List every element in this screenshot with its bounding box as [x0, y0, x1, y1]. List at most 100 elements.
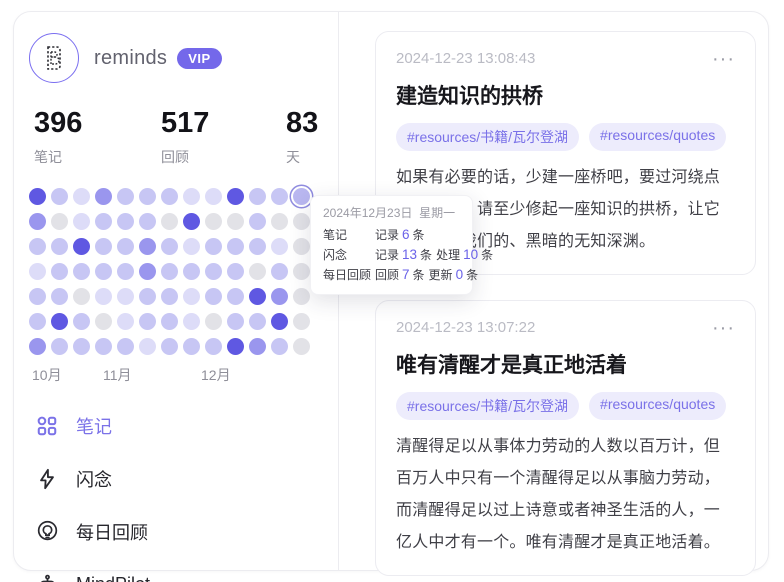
heatmap-day[interactable]: [117, 313, 134, 330]
heatmap-day[interactable]: [51, 188, 68, 205]
heatmap-day[interactable]: [205, 338, 222, 355]
heatmap-day[interactable]: [29, 288, 46, 305]
heatmap-day[interactable]: [161, 213, 178, 230]
heatmap-day[interactable]: [293, 213, 310, 230]
heatmap-day[interactable]: [51, 238, 68, 255]
heatmap-day[interactable]: [95, 188, 112, 205]
heatmap-day[interactable]: [139, 263, 156, 280]
tag[interactable]: #resources/quotes: [589, 123, 726, 151]
nav-item-daily-review[interactable]: 每日回顾: [35, 505, 338, 558]
heatmap-day[interactable]: [205, 213, 222, 230]
heatmap-day[interactable]: [73, 263, 90, 280]
heatmap-day[interactable]: [227, 263, 244, 280]
heatmap-day[interactable]: [205, 188, 222, 205]
heatmap-day[interactable]: [117, 338, 134, 355]
heatmap-day[interactable]: [29, 213, 46, 230]
heatmap-day[interactable]: [205, 263, 222, 280]
nav-item-mindpilot[interactable]: MindPilot: [35, 558, 338, 582]
heatmap-day[interactable]: [271, 213, 288, 230]
heatmap-day[interactable]: [293, 263, 310, 280]
heatmap-day[interactable]: [249, 213, 266, 230]
heatmap-day[interactable]: [51, 313, 68, 330]
heatmap-day[interactable]: [139, 213, 156, 230]
heatmap-day[interactable]: [205, 313, 222, 330]
heatmap-day[interactable]: [271, 313, 288, 330]
heatmap-day[interactable]: [227, 238, 244, 255]
heatmap-day[interactable]: [95, 338, 112, 355]
heatmap-day[interactable]: [293, 288, 310, 305]
heatmap-day[interactable]: [73, 288, 90, 305]
heatmap-day[interactable]: [183, 188, 200, 205]
heatmap-day[interactable]: [117, 238, 134, 255]
heatmap-day[interactable]: [117, 263, 134, 280]
tag[interactable]: #resources/书籍/瓦尔登湖: [396, 123, 579, 151]
heatmap-day[interactable]: [73, 188, 90, 205]
heatmap-day[interactable]: [73, 213, 90, 230]
heatmap-day[interactable]: [161, 313, 178, 330]
heatmap-day[interactable]: [293, 338, 310, 355]
heatmap-day[interactable]: [271, 338, 288, 355]
heatmap-day[interactable]: [183, 263, 200, 280]
heatmap-day[interactable]: [161, 188, 178, 205]
heatmap-day[interactable]: [139, 313, 156, 330]
heatmap-day[interactable]: [95, 213, 112, 230]
heatmap-day[interactable]: [249, 338, 266, 355]
heatmap-day[interactable]: [293, 238, 310, 255]
more-icon[interactable]: ···: [712, 54, 735, 64]
heatmap-day[interactable]: [183, 288, 200, 305]
more-icon[interactable]: ···: [712, 323, 735, 333]
heatmap-day[interactable]: [249, 238, 266, 255]
heatmap-day[interactable]: [183, 213, 200, 230]
heatmap-day[interactable]: [139, 338, 156, 355]
heatmap-day[interactable]: [249, 188, 266, 205]
heatmap-day[interactable]: [29, 238, 46, 255]
heatmap-day[interactable]: [95, 263, 112, 280]
heatmap-day[interactable]: [183, 238, 200, 255]
heatmap-day[interactable]: [271, 263, 288, 280]
heatmap-day[interactable]: [271, 288, 288, 305]
heatmap-day[interactable]: [73, 238, 90, 255]
tag[interactable]: #resources/quotes: [589, 392, 726, 420]
heatmap-day[interactable]: [161, 338, 178, 355]
heatmap-day[interactable]: [205, 238, 222, 255]
heatmap-day[interactable]: [249, 313, 266, 330]
heatmap-day[interactable]: [293, 313, 310, 330]
heatmap-day[interactable]: [95, 288, 112, 305]
vip-badge[interactable]: VIP: [177, 48, 221, 69]
heatmap-day[interactable]: [161, 238, 178, 255]
heatmap-day[interactable]: [271, 188, 288, 205]
heatmap-day[interactable]: [139, 238, 156, 255]
heatmap-day[interactable]: [249, 263, 266, 280]
heatmap-day[interactable]: [29, 188, 46, 205]
heatmap-day[interactable]: [183, 338, 200, 355]
heatmap-day[interactable]: [29, 338, 46, 355]
heatmap-day-selected[interactable]: [293, 188, 310, 205]
heatmap-day[interactable]: [117, 213, 134, 230]
heatmap-day[interactable]: [227, 288, 244, 305]
nav-item-notes[interactable]: 笔记: [35, 399, 338, 452]
heatmap-day[interactable]: [161, 288, 178, 305]
heatmap-day[interactable]: [117, 188, 134, 205]
heatmap-day[interactable]: [95, 313, 112, 330]
heatmap-day[interactable]: [29, 313, 46, 330]
heatmap-day[interactable]: [271, 238, 288, 255]
heatmap-day[interactable]: [51, 338, 68, 355]
nav-item-flash-thoughts[interactable]: 闪念: [35, 452, 338, 505]
heatmap-day[interactable]: [183, 313, 200, 330]
heatmap-day[interactable]: [51, 288, 68, 305]
heatmap-day[interactable]: [29, 263, 46, 280]
heatmap-day[interactable]: [205, 288, 222, 305]
heatmap-day[interactable]: [227, 313, 244, 330]
heatmap-day[interactable]: [73, 338, 90, 355]
heatmap-day[interactable]: [227, 338, 244, 355]
note-card[interactable]: 2024-12-23 13:07:22 ··· 唯有清醒才是真正地活着 #res…: [375, 300, 756, 576]
heatmap-day[interactable]: [249, 288, 266, 305]
heatmap-day[interactable]: [117, 288, 134, 305]
tag[interactable]: #resources/书籍/瓦尔登湖: [396, 392, 579, 420]
heatmap-day[interactable]: [73, 313, 90, 330]
heatmap-day[interactable]: [51, 213, 68, 230]
heatmap-day[interactable]: [95, 238, 112, 255]
heatmap-day[interactable]: [161, 263, 178, 280]
heatmap-day[interactable]: [139, 188, 156, 205]
heatmap-day[interactable]: [51, 263, 68, 280]
